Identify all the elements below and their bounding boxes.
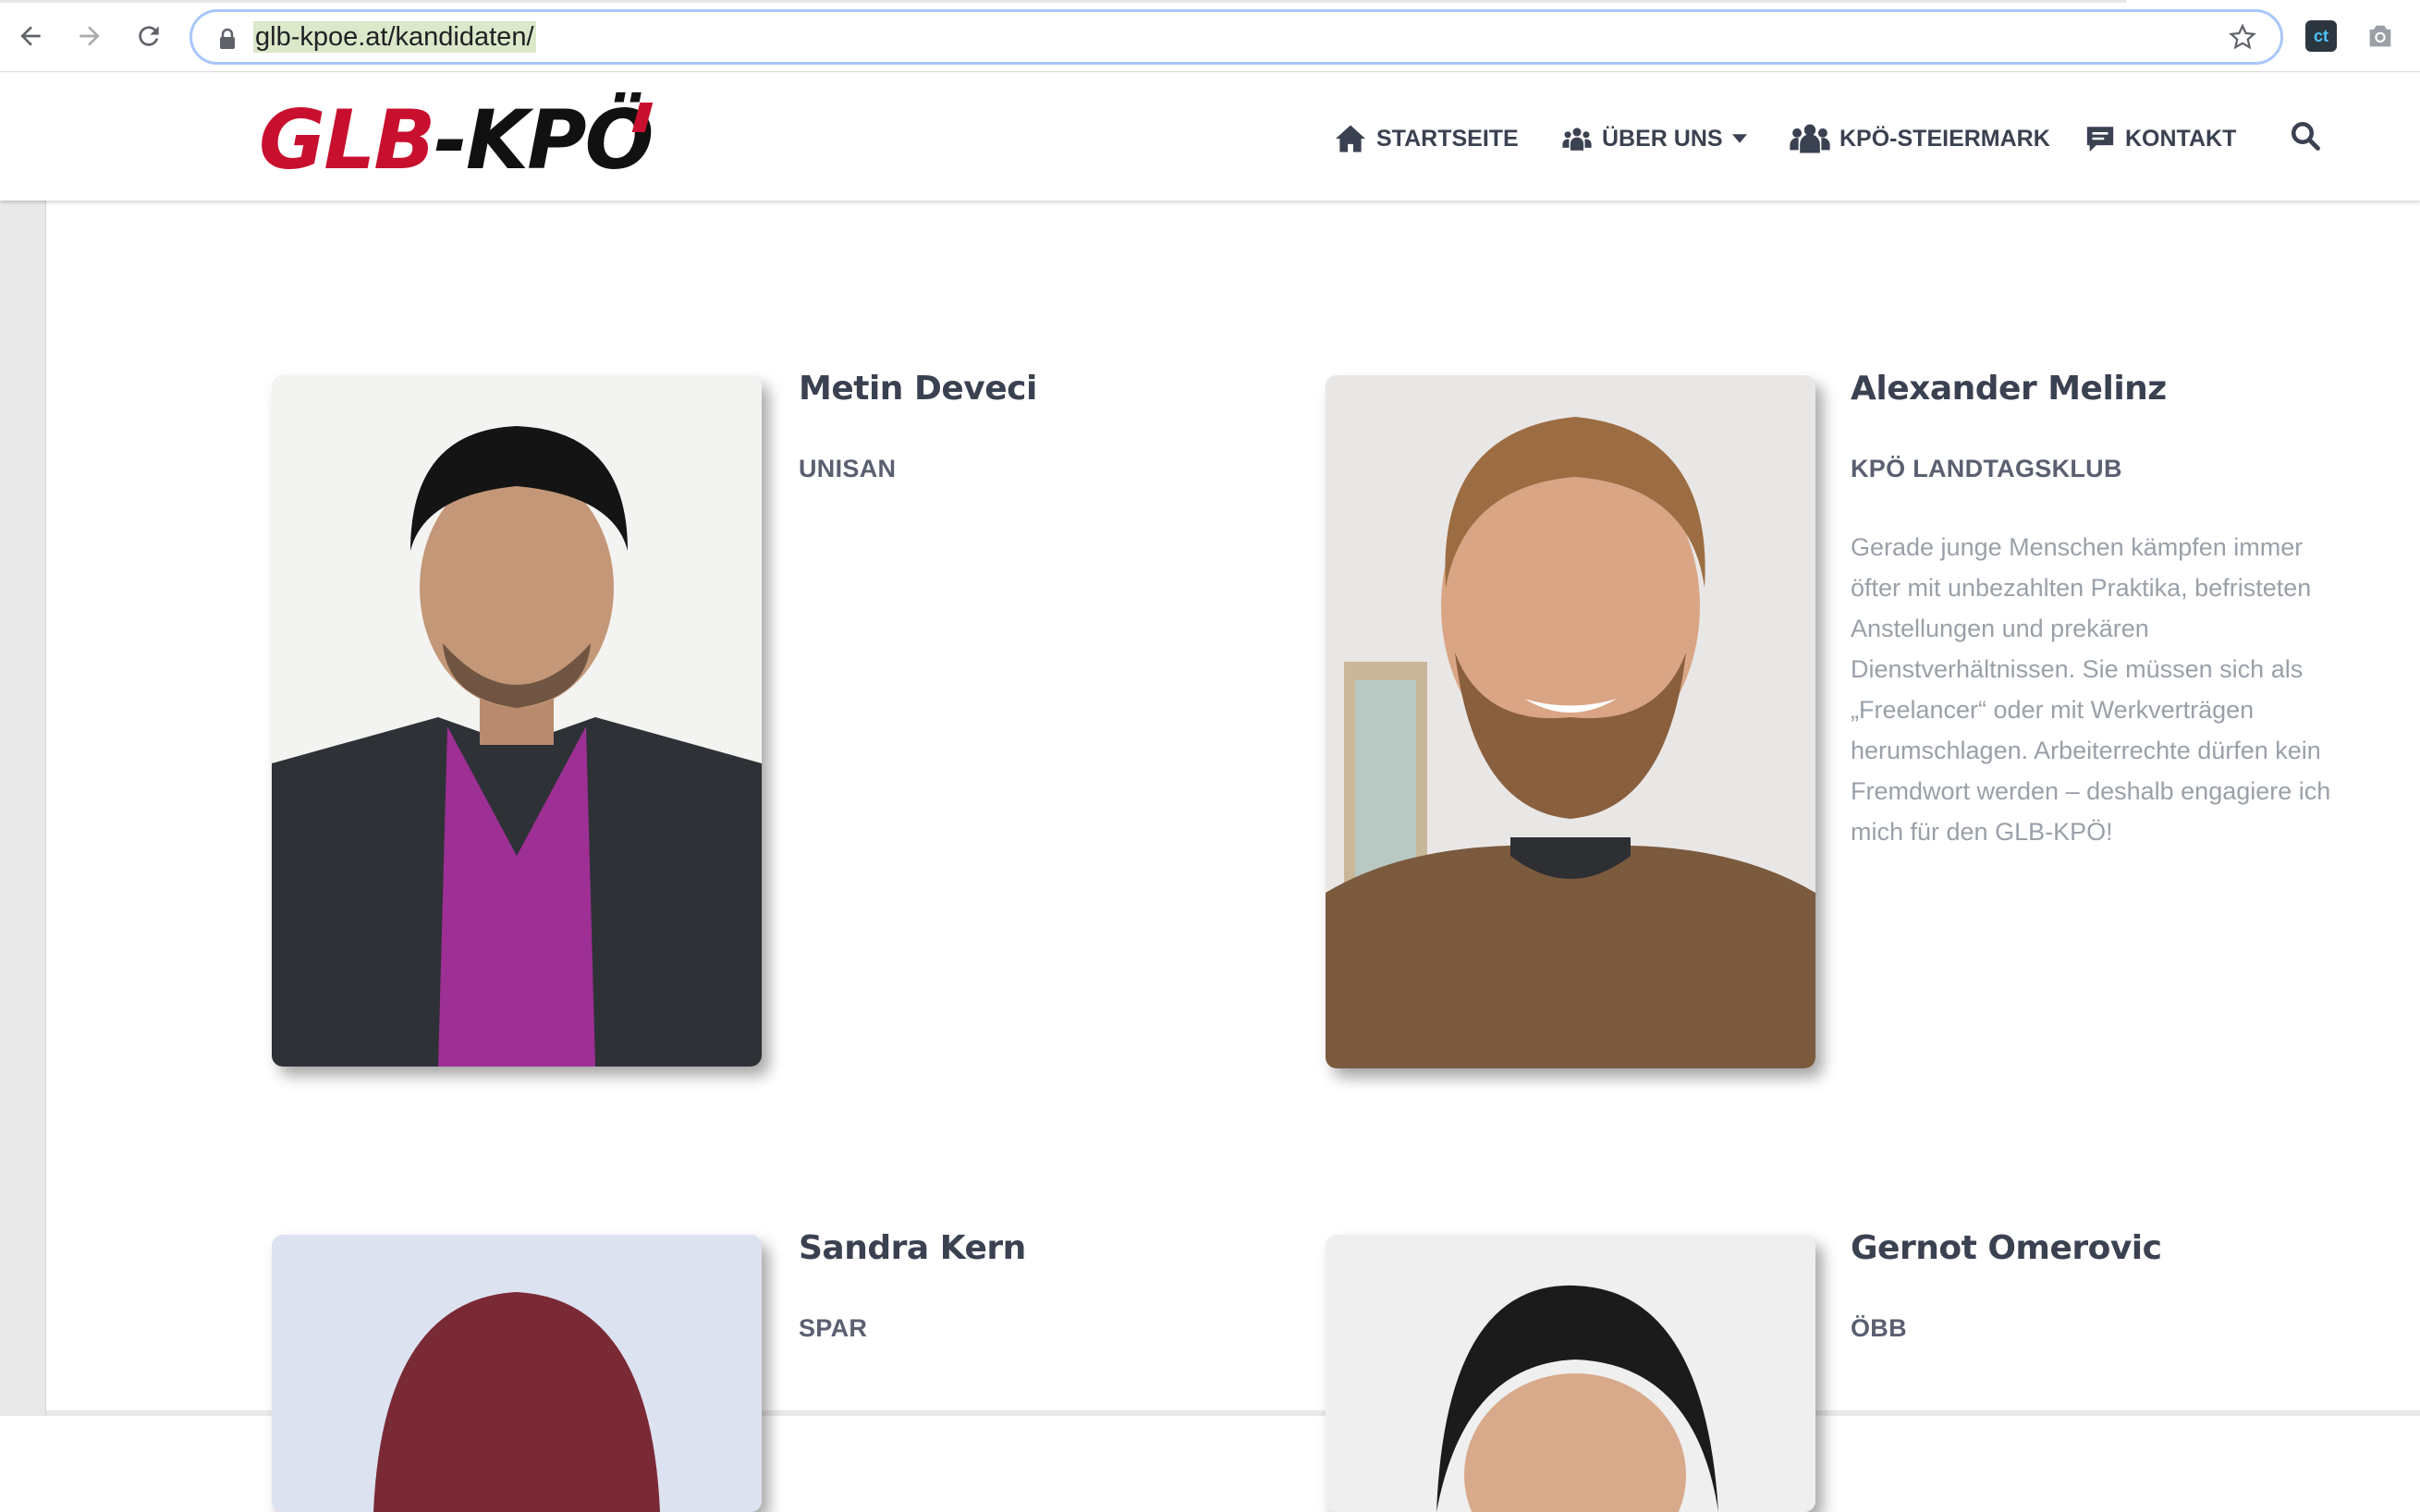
arrow-left-icon: [20, 26, 41, 46]
candidate-organization: UNISAN: [799, 455, 897, 482]
site-header: GLB-KPÖ STARTSEITE ÜBER UNS KPÖ-STEIERMA…: [0, 73, 2420, 201]
loading-line: [0, 0, 2126, 3]
camera-icon[interactable]: [2365, 20, 2396, 52]
candidate-photo: [1326, 375, 1815, 1068]
portrait-image: [1326, 1235, 1815, 1512]
reload-icon: [139, 26, 159, 46]
url-text: glb-kpoe.at/kandidaten/: [253, 21, 536, 53]
reload-button[interactable]: [128, 15, 170, 57]
candidate-name: Sandra Kern: [799, 1229, 1026, 1267]
candidate-organization: KPÖ LANDTAGSKLUB: [1851, 455, 2122, 482]
candidate-name: Metin Deveci: [799, 370, 1037, 408]
portrait-image: [272, 375, 762, 1067]
caret-down-icon: [1731, 134, 1747, 143]
arrow-right-icon: [79, 26, 100, 46]
candidate-photo: [1326, 1235, 1815, 1512]
candidate-photo: [272, 375, 762, 1067]
users-icon: [1562, 128, 1592, 151]
address-bar[interactable]: glb-kpoe.at/kandidaten/: [189, 9, 2283, 65]
forward-button[interactable]: [68, 15, 111, 57]
browser-toolbar: glb-kpoe.at/kandidaten/ ct: [0, 0, 2420, 72]
lock-icon: [220, 28, 235, 49]
bookmark-star-icon[interactable]: [2229, 23, 2256, 51]
home-icon: [1336, 125, 1365, 152]
group-icon: [1790, 124, 1830, 153]
page-left-gutter: [0, 201, 46, 1416]
extension-ct-icon[interactable]: ct: [2305, 20, 2337, 52]
site-logo[interactable]: GLB-KPÖ: [259, 99, 654, 182]
candidate-organization: SPAR: [799, 1314, 868, 1342]
back-button[interactable]: [9, 15, 52, 57]
candidate-bio: Gerade junge Menschen kämpfen immer öfte…: [1851, 533, 2331, 846]
portrait-image: [272, 1235, 762, 1512]
menu-item-startseite[interactable]: STARTSEITE: [1334, 116, 1519, 162]
menu-item-kpoe-steiermark[interactable]: KPÖ-STEIERMARK: [1790, 116, 2050, 162]
candidate-name: Gernot Omerovic: [1851, 1229, 2162, 1267]
candidate-name: Alexander Melinz: [1851, 370, 2167, 408]
search-icon[interactable]: [2289, 119, 2322, 152]
candidate-photo: [272, 1235, 762, 1512]
portrait-image: [1326, 375, 1815, 1068]
candidate-organization: ÖBB: [1851, 1314, 1907, 1342]
menu-item-ueber-uns[interactable]: ÜBER UNS: [1561, 116, 1747, 162]
chat-icon: [2086, 127, 2114, 152]
menu-item-kontakt[interactable]: KONTAKT: [2084, 116, 2236, 162]
